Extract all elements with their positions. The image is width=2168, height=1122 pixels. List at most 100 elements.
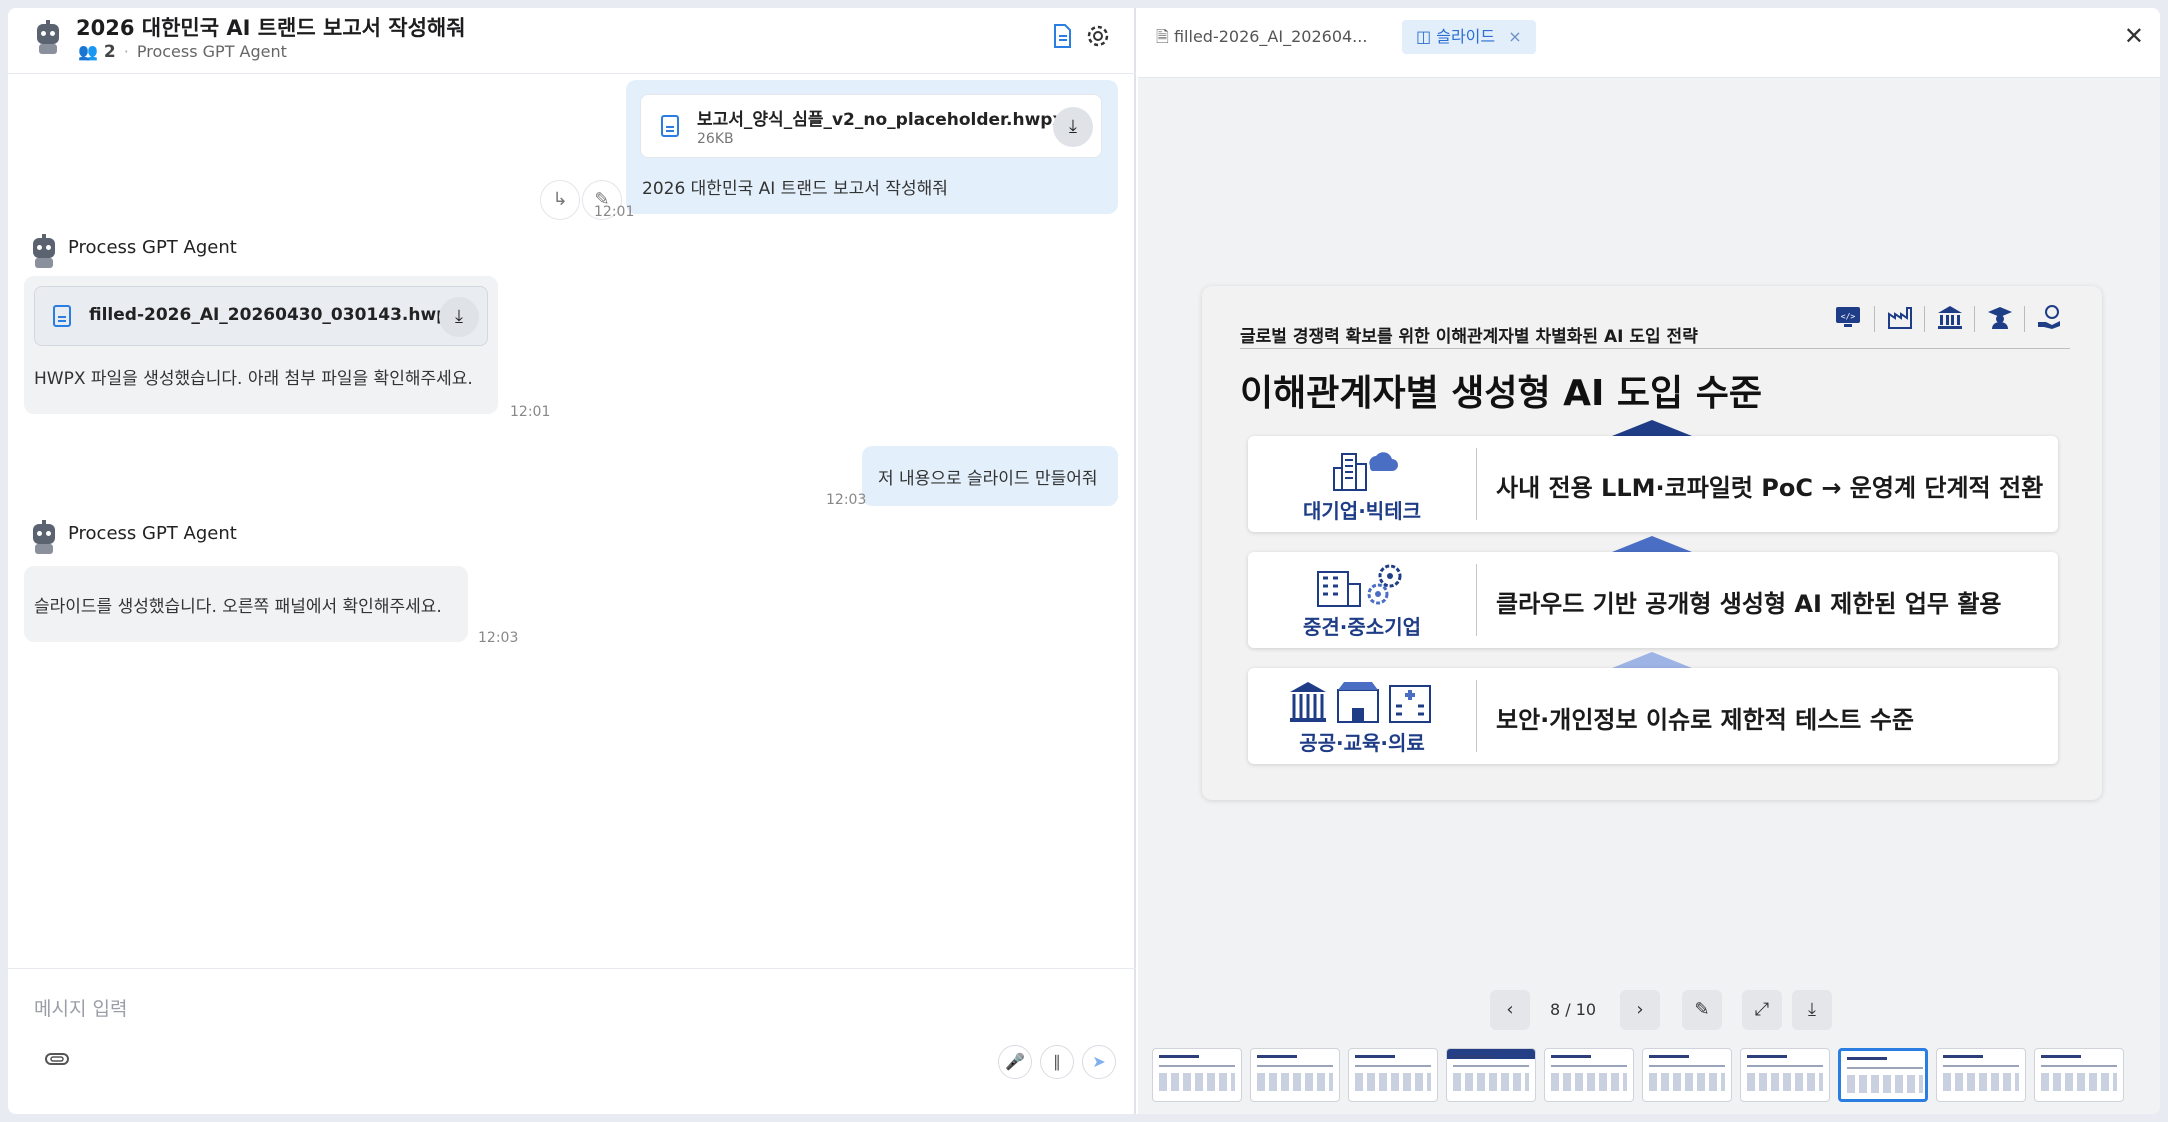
download-button[interactable]: ⤓ bbox=[439, 297, 479, 337]
slide-thumbnail[interactable] bbox=[2034, 1048, 2124, 1102]
file-attachment[interactable]: filled-2026_AI_20260430_030143.hwpx ⤓ bbox=[34, 286, 488, 346]
download-button[interactable]: ⤓ bbox=[1053, 107, 1093, 147]
forward-icon: ↳ bbox=[552, 189, 568, 210]
waveform-icon: ∥ bbox=[1053, 1052, 1061, 1071]
message-text: 2026 대한민국 AI 트랜드 보고서 작성해줘 bbox=[642, 179, 948, 199]
slide-divider bbox=[1240, 348, 2070, 349]
chat-title: 2026 대한민국 AI 트랜드 보고서 작성해줘 bbox=[76, 16, 466, 40]
edit-slide-button[interactable]: ✎ bbox=[1682, 990, 1722, 1030]
bot-message: filled-2026_AI_20260430_030143.hwpx ⤓ HW… bbox=[24, 276, 498, 414]
row-divider bbox=[1476, 680, 1477, 752]
chevron-left-icon: ‹ bbox=[1506, 999, 1514, 1020]
tab-file[interactable]: 🗎 filled-2026_AI_202604... bbox=[1156, 20, 1367, 54]
prev-slide-button[interactable]: ‹ bbox=[1490, 990, 1530, 1030]
next-slide-button[interactable]: › bbox=[1620, 990, 1660, 1030]
row-label: 대기업·빅테크 bbox=[1303, 499, 1421, 523]
people-icon: 👥 bbox=[78, 42, 98, 61]
tab-close-icon[interactable]: × bbox=[1508, 27, 1521, 46]
chevron-right-icon: › bbox=[1636, 999, 1644, 1020]
file-size: 26KB bbox=[697, 131, 734, 147]
member-count: 2 bbox=[103, 42, 116, 62]
tab-slide[interactable]: ◫ 슬라이드 × bbox=[1402, 20, 1536, 54]
message-text: 슬라이드를 생성했습니다. 오른쪽 패널에서 확인해주세요. bbox=[34, 597, 442, 617]
slide-thumbnail[interactable] bbox=[1250, 1048, 1340, 1102]
file-name: filled-2026_AI_20260430_030143.hwpx bbox=[89, 305, 460, 325]
message-composer: 🎤 ∥ ➤ bbox=[8, 968, 1136, 1114]
svg-text:</>: </> bbox=[1841, 312, 1856, 321]
message-time: 12:03 bbox=[478, 630, 519, 646]
presentation-icon: ◫ bbox=[1416, 27, 1432, 46]
tab-slide-label: 슬라이드 bbox=[1436, 27, 1496, 46]
close-panel-icon[interactable]: ✕ bbox=[2124, 22, 2144, 50]
row-label: 공공·교육·의료 bbox=[1299, 731, 1425, 755]
user-message: 보고서_양식_심플_v2_no_placeholder.hwpx 26KB ⤓ … bbox=[626, 80, 1118, 214]
download-icon: ⤓ bbox=[1808, 999, 1816, 1020]
robot-avatar-icon bbox=[30, 20, 66, 56]
message-time: 12:03 bbox=[826, 492, 867, 508]
level-arrow bbox=[1612, 420, 1692, 436]
sender-name: Process GPT Agent bbox=[68, 237, 237, 258]
file-attachment[interactable]: 보고서_양식_심플_v2_no_placeholder.hwpx 26KB ⤓ bbox=[640, 94, 1102, 158]
row-divider bbox=[1476, 448, 1477, 520]
chat-panel: 2026 대한민국 AI 트랜드 보고서 작성해줘 👥 2 · Process GPT… bbox=[8, 8, 1136, 1114]
chat-header: 2026 대한민국 AI 트랜드 보고서 작성해줘 👥 2 · Process GPT… bbox=[8, 8, 1136, 74]
send-button[interactable]: ➤ bbox=[1082, 1045, 1116, 1079]
fullscreen-button[interactable]: ⤢ bbox=[1742, 990, 1782, 1030]
member-info: 👥 2 · Process GPT Agent bbox=[78, 42, 287, 62]
message-time: 12:01 bbox=[510, 404, 551, 420]
government-building-icon bbox=[1938, 306, 1962, 329]
file-icon: 🗎 bbox=[1156, 27, 1169, 46]
file-icon bbox=[661, 115, 679, 137]
paperclip-icon[interactable] bbox=[44, 1049, 70, 1069]
public-buildings-icon bbox=[1290, 682, 1431, 723]
pencil-icon: ✎ bbox=[1694, 999, 1710, 1020]
slide-thumbnail[interactable] bbox=[1642, 1048, 1732, 1102]
slide-thumbnail[interactable] bbox=[1740, 1048, 1830, 1102]
page-indicator: 8 / 10 bbox=[1550, 1000, 1597, 1019]
robot-avatar-icon bbox=[26, 234, 62, 270]
slide-thumbnail[interactable] bbox=[1936, 1048, 2026, 1102]
level-arrow bbox=[1612, 536, 1692, 552]
slide-thumbnail[interactable] bbox=[1348, 1048, 1438, 1102]
row-divider bbox=[1476, 564, 1477, 636]
buildings-gears-icon bbox=[1317, 564, 1402, 607]
row-description: 사내 전용 LLM·코파일럿 PoC → 운영계 단계적 전환 bbox=[1496, 474, 2044, 502]
slide-canvas: 글로벌 경쟁력 확보를 위한 이해관계자별 차별화된 AI 도입 전략 </> bbox=[1202, 286, 2102, 800]
slide-thumbnail[interactable] bbox=[1838, 1048, 1928, 1102]
document-icon[interactable] bbox=[1048, 22, 1076, 50]
download-slide-button[interactable]: ⤓ bbox=[1792, 990, 1832, 1030]
forward-button[interactable]: ↳ bbox=[540, 180, 580, 220]
send-icon: ➤ bbox=[1092, 1052, 1106, 1071]
factory-icon bbox=[1888, 307, 1912, 329]
slide-thumbnail[interactable] bbox=[1446, 1048, 1536, 1102]
download-icon: ⤓ bbox=[1069, 116, 1077, 137]
hand-shield-icon bbox=[2038, 305, 2060, 329]
app-window: 2026 대한민국 AI 트랜드 보고서 작성해줘 👥 2 · Process GPT… bbox=[8, 8, 2160, 1114]
bot-message: 슬라이드를 생성했습니다. 오른쪽 패널에서 확인해주세요. bbox=[24, 566, 468, 642]
slide-title: 이해관계자별 생성형 AI 도입 수준 bbox=[1240, 373, 1762, 414]
mic-button[interactable]: 🎤 bbox=[998, 1045, 1032, 1079]
agent-name: Process GPT Agent bbox=[136, 42, 287, 61]
sender-name: Process GPT Agent bbox=[68, 523, 237, 544]
file-name: 보고서_양식_심플_v2_no_placeholder.hwpx bbox=[697, 110, 1064, 130]
row-label: 중견·중소기업 bbox=[1303, 615, 1421, 639]
download-icon: ⤓ bbox=[455, 306, 463, 327]
message-time: 12:01 bbox=[594, 204, 635, 220]
skyscraper-cloud-icon bbox=[1333, 452, 1398, 491]
slide-thumbnail[interactable] bbox=[1152, 1048, 1242, 1102]
monitor-icon: </> bbox=[1836, 307, 1860, 327]
expand-icon: ⤢ bbox=[1754, 999, 1770, 1020]
message-text: HWPX 파일을 생성했습니다. 아래 첨부 파일을 확인해주세요. bbox=[34, 369, 473, 389]
panel-tabs: 🗎 filled-2026_AI_202604... ◫ 슬라이드 × ✕ bbox=[1138, 8, 2160, 78]
preview-panel: 🗎 filled-2026_AI_202604... ◫ 슬라이드 × ✕ 글로… bbox=[1138, 8, 2160, 1114]
file-icon bbox=[53, 305, 71, 327]
microphone-icon: 🎤 bbox=[1005, 1052, 1025, 1071]
stakeholder-row: 중견·중소기업 클라우드 기반 공개형 생성형 AI 제한된 업무 활용 bbox=[1248, 552, 2058, 648]
robot-avatar-icon bbox=[26, 520, 62, 556]
voice-wave-button[interactable]: ∥ bbox=[1040, 1045, 1074, 1079]
slide-pager: ‹ 8 / 10 › ✎ ⤢ ⤓ bbox=[1138, 990, 2160, 1030]
gear-icon[interactable] bbox=[1084, 22, 1112, 50]
message-input[interactable] bbox=[34, 989, 934, 1029]
level-arrow bbox=[1612, 652, 1692, 668]
slide-thumbnail[interactable] bbox=[1544, 1048, 1634, 1102]
